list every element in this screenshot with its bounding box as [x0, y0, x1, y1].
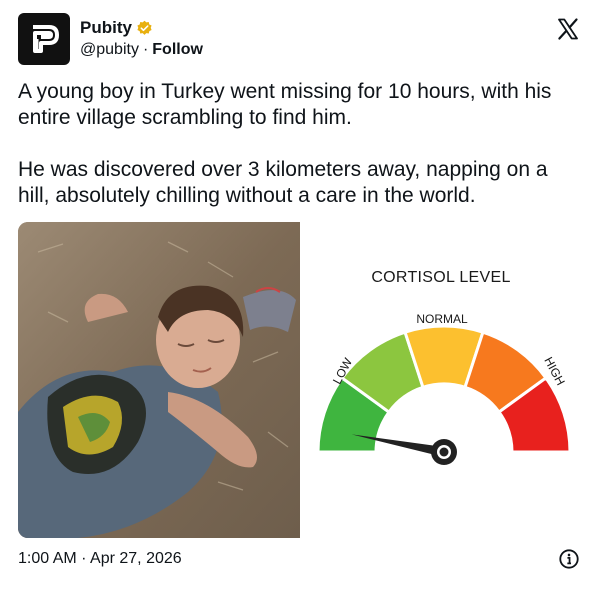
pubity-logo-icon [33, 25, 59, 53]
gauge-dial: LOW NORMAL HIGH [316, 312, 572, 465]
gauge-hub-center [439, 447, 449, 457]
name-row: Pubity [80, 18, 153, 38]
follow-button[interactable]: Follow [152, 41, 203, 59]
timestamp[interactable]: 1:00 AM · Apr 27, 2026 [18, 550, 182, 568]
verified-badge-icon [137, 20, 152, 35]
tweet-header: Pubity @pubity · Follow [18, 13, 582, 65]
gauge-label-normal: NORMAL [416, 312, 468, 326]
tweet-media[interactable]: CORTISOL LEVEL LOW NORMAL HIGH [18, 222, 582, 538]
display-name[interactable]: Pubity [80, 18, 132, 38]
info-icon[interactable] [558, 548, 580, 570]
cortisol-gauge: CORTISOL LEVEL LOW NORMAL HIGH [300, 222, 582, 538]
x-logo-icon[interactable] [556, 17, 580, 41]
handle-row: @pubity · Follow [80, 41, 203, 59]
tweet-text: A young boy in Turkey went missing for 1… [18, 80, 552, 207]
photo-illustration [18, 222, 300, 538]
tweet-footer: 1:00 AM · Apr 27, 2026 [18, 548, 582, 570]
boy-sleeping-photo[interactable] [18, 222, 300, 538]
separator-dot: · [142, 41, 149, 58]
avatar[interactable] [18, 13, 70, 65]
handle[interactable]: @pubity [80, 41, 139, 59]
